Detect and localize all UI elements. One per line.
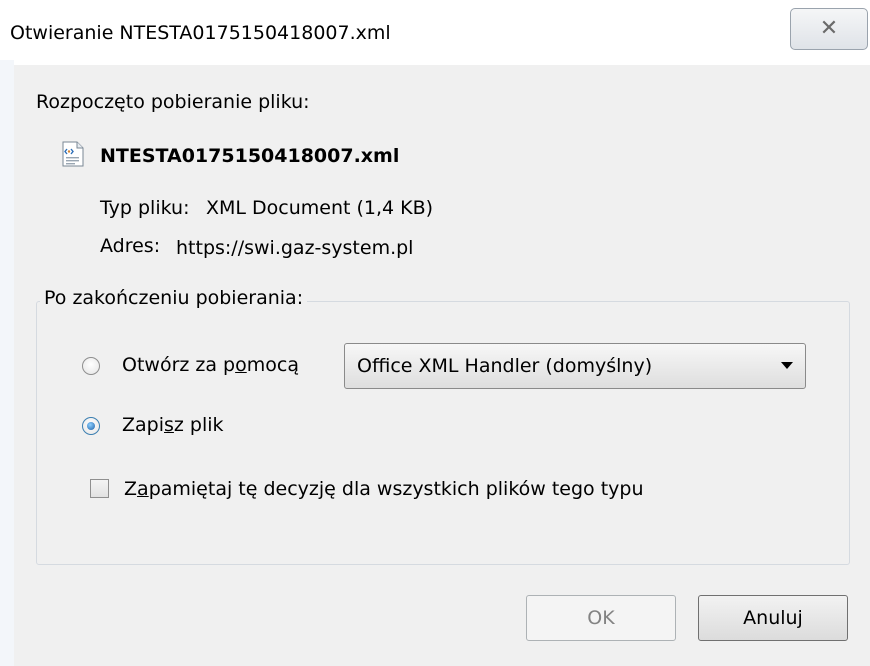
dialog-content: Rozpoczęto pobieranie pliku: NTESTA01751… xyxy=(14,64,870,666)
after-download-group-label: Po zakończeniu pobierania: xyxy=(40,287,308,309)
remember-label-part: Z xyxy=(124,478,138,500)
download-started-label: Rozpoczęto pobieranie pliku: xyxy=(36,91,310,113)
remember-label-part: pamiętaj tę decyzję dla wszystkich plikó… xyxy=(148,478,644,500)
title-bar: Otwieranie NTESTA0175150418007.xml ✕ xyxy=(0,0,870,66)
file-name: NTESTA0175150418007.xml xyxy=(100,145,400,167)
save-file-radio[interactable] xyxy=(82,417,100,435)
open-with-label[interactable]: Otwórz za pomocą xyxy=(122,354,299,376)
save-file-label-accelerator: s xyxy=(164,414,174,436)
download-dialog: Otwieranie NTESTA0175150418007.xml ✕ Roz… xyxy=(0,0,870,666)
ok-button-label: OK xyxy=(587,607,615,629)
handler-select-value: Office XML Handler (domyślny) xyxy=(357,355,653,377)
cancel-button-label: Anuluj xyxy=(743,607,803,629)
window-left-edge xyxy=(0,60,14,666)
close-button[interactable]: ✕ xyxy=(790,8,868,50)
remember-decision-label[interactable]: Zapamiętaj tę decyzję dla wszystkich pli… xyxy=(124,478,644,500)
xml-file-icon xyxy=(62,141,84,167)
save-file-label-part: z plik xyxy=(173,414,224,436)
open-with-label-part: mocą xyxy=(246,354,299,376)
save-file-label[interactable]: Zapisz plik xyxy=(122,414,224,436)
file-address-value: https://swi.gaz-system.pl xyxy=(176,237,414,259)
dropdown-arrow-icon xyxy=(781,362,793,369)
file-type-label: Typ pliku: xyxy=(100,197,190,219)
file-address-label: Adres: xyxy=(100,235,161,257)
open-with-label-accelerator: o xyxy=(235,354,247,376)
save-file-label-part: Zapi xyxy=(122,414,164,436)
window-title: Otwieranie NTESTA0175150418007.xml xyxy=(10,22,391,44)
open-with-label-part: Otwórz za p xyxy=(122,354,236,376)
file-type-value: XML Document (1,4 KB) xyxy=(206,197,434,219)
ok-button[interactable]: OK xyxy=(526,595,676,641)
cancel-button[interactable]: Anuluj xyxy=(698,595,848,641)
open-with-radio[interactable] xyxy=(82,357,100,375)
close-icon: ✕ xyxy=(819,16,839,41)
handler-select[interactable]: Office XML Handler (domyślny) xyxy=(344,343,806,389)
remember-decision-checkbox[interactable] xyxy=(90,479,109,498)
remember-label-accelerator: a xyxy=(137,478,149,500)
